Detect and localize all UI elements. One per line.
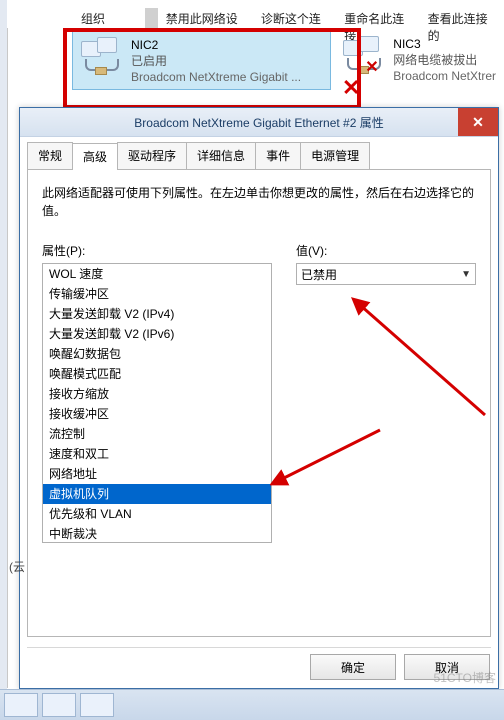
value-label: 值(V): — [296, 242, 476, 259]
panel-border-left — [7, 28, 8, 688]
taskbar[interactable] — [0, 689, 504, 720]
property-item[interactable]: 优先级和 VLAN — [43, 504, 271, 524]
property-item[interactable]: 大量发送卸载 V2 (IPv4) — [43, 304, 271, 324]
property-item[interactable]: 流控制 — [43, 424, 271, 444]
taskbar-item[interactable] — [80, 693, 114, 717]
tab-panel-advanced: 此网络适配器可使用下列属性。在左边单击你想更改的属性，然后在右边选择它的值。 属… — [27, 169, 491, 637]
watermark-text: 51CTO博客 — [434, 669, 496, 686]
property-item[interactable]: 网络地址 — [43, 464, 271, 484]
clipped-label-left: (云 — [9, 558, 25, 575]
property-item[interactable]: 接收方缩放 — [43, 384, 271, 404]
adapter-nic3[interactable]: ✕ NIC3 网络电缆被拔出 Broadcom NetXtrer — [335, 30, 504, 90]
tab-details[interactable]: 详细信息 — [186, 142, 256, 169]
adapter-list: NIC2 已启用 Broadcom NetXtreme Gigabit ... … — [72, 30, 504, 106]
property-item[interactable]: 中断裁决 — [43, 524, 271, 543]
taskbar-item[interactable] — [4, 693, 38, 717]
ok-button[interactable]: 确定 — [310, 654, 396, 680]
value-combobox[interactable]: 已禁用 ▼ — [296, 263, 476, 285]
close-button[interactable]: ✕ — [458, 108, 498, 136]
tab-general[interactable]: 常规 — [27, 142, 73, 169]
adapter-nic2[interactable]: NIC2 已启用 Broadcom NetXtreme Gigabit ... — [72, 30, 331, 90]
property-item[interactable]: 速度和双工 — [43, 444, 271, 464]
adapter-name: NIC2 — [131, 37, 301, 53]
property-item[interactable]: 大量发送卸载 V2 (IPv6) — [43, 324, 271, 344]
dialog-titlebar[interactable]: Broadcom NetXtreme Gigabit Ethernet #2 属… — [20, 108, 498, 137]
property-item[interactable]: 唤醒模式匹配 — [43, 364, 271, 384]
property-item[interactable]: 接收缓冲区 — [43, 404, 271, 424]
window-left-edge — [0, 0, 7, 720]
property-listbox[interactable]: WOL 速度传输缓冲区大量发送卸载 V2 (IPv4)大量发送卸载 V2 (IP… — [42, 263, 272, 543]
property-item[interactable]: 传输缓冲区 — [43, 284, 271, 304]
property-item[interactable]: 虚拟机队列 — [43, 484, 271, 504]
tab-advanced[interactable]: 高级 — [72, 143, 118, 170]
dialog-title: Broadcom NetXtreme Gigabit Ethernet #2 属… — [20, 114, 498, 131]
network-adapter-disconnected-icon: ✕ — [343, 36, 383, 76]
tab-power[interactable]: 电源管理 — [300, 142, 370, 169]
tab-strip: 常规 高级 驱动程序 详细信息 事件 电源管理 — [27, 142, 491, 169]
adapter-desc: Broadcom NetXtrer — [393, 68, 496, 84]
taskbar-item[interactable] — [42, 693, 76, 717]
property-item[interactable]: 唤醒幻数据包 — [43, 344, 271, 364]
chevron-down-icon: ▼ — [461, 269, 471, 280]
tab-events[interactable]: 事件 — [255, 142, 301, 169]
property-item[interactable]: WOL 速度 — [43, 264, 271, 284]
adapter-status: 网络电缆被拔出 — [393, 52, 496, 68]
value-selected-text: 已禁用 — [301, 266, 337, 283]
network-adapter-icon — [81, 37, 121, 77]
properties-dialog: Broadcom NetXtreme Gigabit Ethernet #2 属… — [19, 107, 499, 689]
adapter-name: NIC3 — [393, 36, 496, 52]
close-icon: ✕ — [472, 114, 484, 131]
dialog-separator — [27, 647, 491, 648]
annotation-red-x-icon: ✕ — [342, 75, 360, 101]
panel-intro-text: 此网络适配器可使用下列属性。在左边单击你想更改的属性，然后在右边选择它的值。 — [42, 184, 476, 220]
property-label: 属性(P): — [42, 242, 272, 259]
adapter-desc: Broadcom NetXtreme Gigabit ... — [131, 69, 301, 85]
tab-driver[interactable]: 驱动程序 — [117, 142, 187, 169]
adapter-status: 已启用 — [131, 53, 301, 69]
